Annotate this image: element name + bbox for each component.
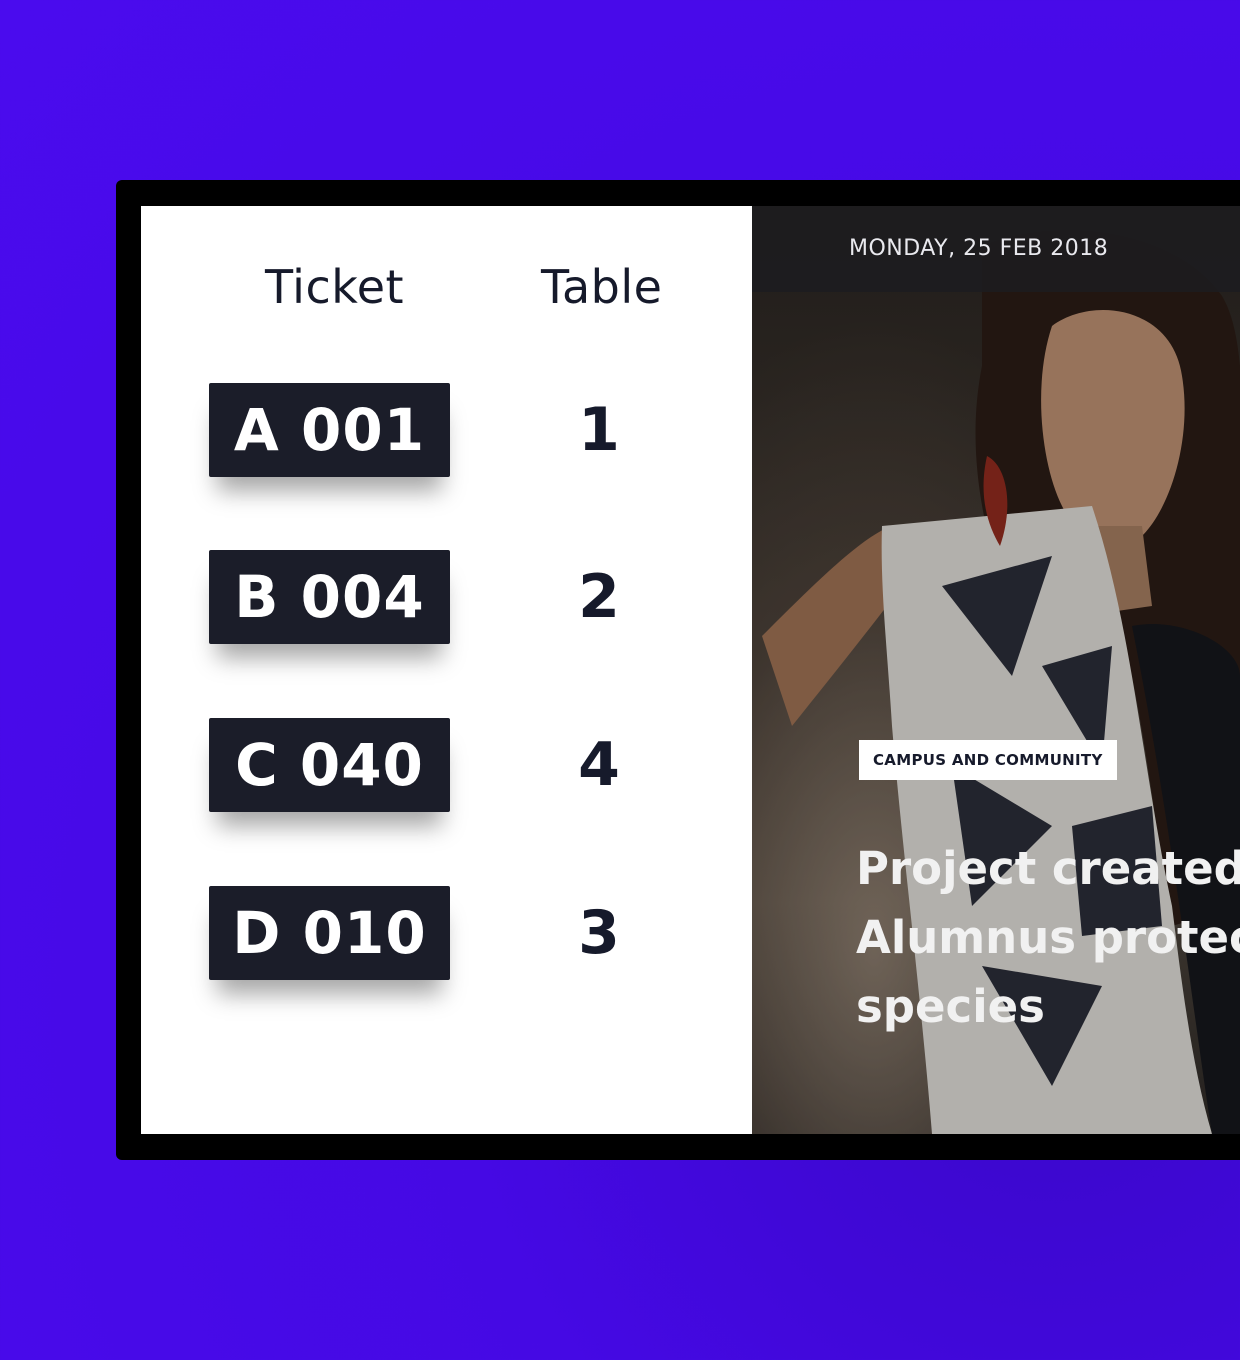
table-number: 4 — [578, 730, 620, 800]
queue-row: A 001 1 — [141, 383, 752, 479]
ticket-badge: D 010 — [209, 886, 450, 980]
news-date: MONDAY, 25 FEB 2018 — [849, 236, 1109, 261]
news-panel: MONDAY, 25 FEB 2018 CAMPUS AND COMMUNITY… — [752, 206, 1240, 1134]
ticket-badge: B 004 — [209, 550, 450, 644]
queue-row: D 010 3 — [141, 886, 752, 982]
table-number: 1 — [578, 395, 620, 465]
table-column-header: Table — [541, 260, 663, 314]
ticket-column-header: Ticket — [265, 260, 405, 314]
signage-screen: Ticket Table A 001 1 B 004 2 C 040 4 D 0… — [141, 206, 1240, 1134]
news-date-bar: MONDAY, 25 FEB 2018 — [752, 206, 1240, 292]
ticket-badge: A 001 — [209, 383, 450, 477]
headline-line: species — [856, 980, 1045, 1033]
queue-row: B 004 2 — [141, 550, 752, 646]
ticket-badge: C 040 — [209, 718, 450, 812]
table-number: 2 — [578, 562, 620, 632]
news-headline: Project created b Alumnus protect specie… — [856, 834, 1240, 1041]
queue-panel: Ticket Table A 001 1 B 004 2 C 040 4 D 0… — [141, 206, 752, 1134]
queue-row: C 040 4 — [141, 718, 752, 814]
news-category-tag: CAMPUS AND COMMUNITY — [859, 740, 1117, 780]
headline-line: Alumnus protect — [856, 911, 1240, 964]
table-number: 3 — [578, 898, 620, 968]
headline-line: Project created b — [856, 842, 1240, 895]
